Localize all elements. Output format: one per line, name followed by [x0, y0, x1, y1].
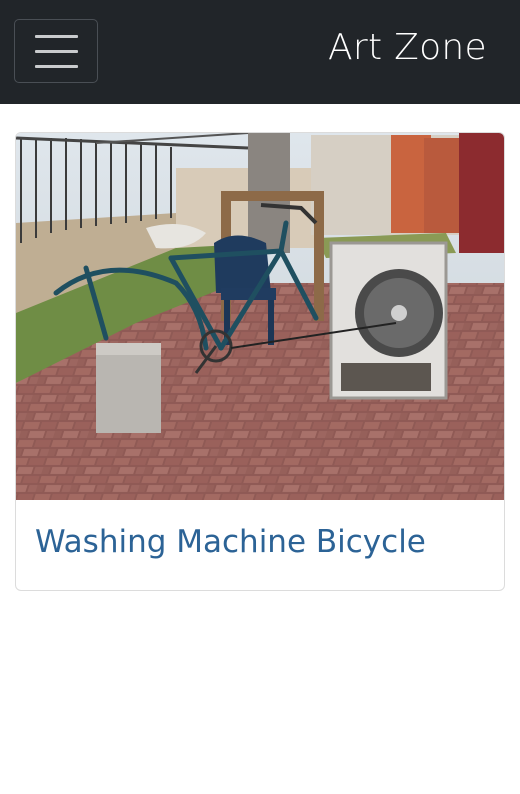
menu-toggle-button[interactable]	[14, 19, 98, 83]
card-image[interactable]	[16, 133, 504, 500]
brand-link[interactable]: Art Zone	[328, 22, 487, 74]
top-navbar: Art Zone	[0, 0, 520, 104]
project-card[interactable]: Washing Machine Bicycle	[15, 132, 505, 591]
card-title-link[interactable]: Washing Machine Bicycle	[35, 519, 426, 565]
